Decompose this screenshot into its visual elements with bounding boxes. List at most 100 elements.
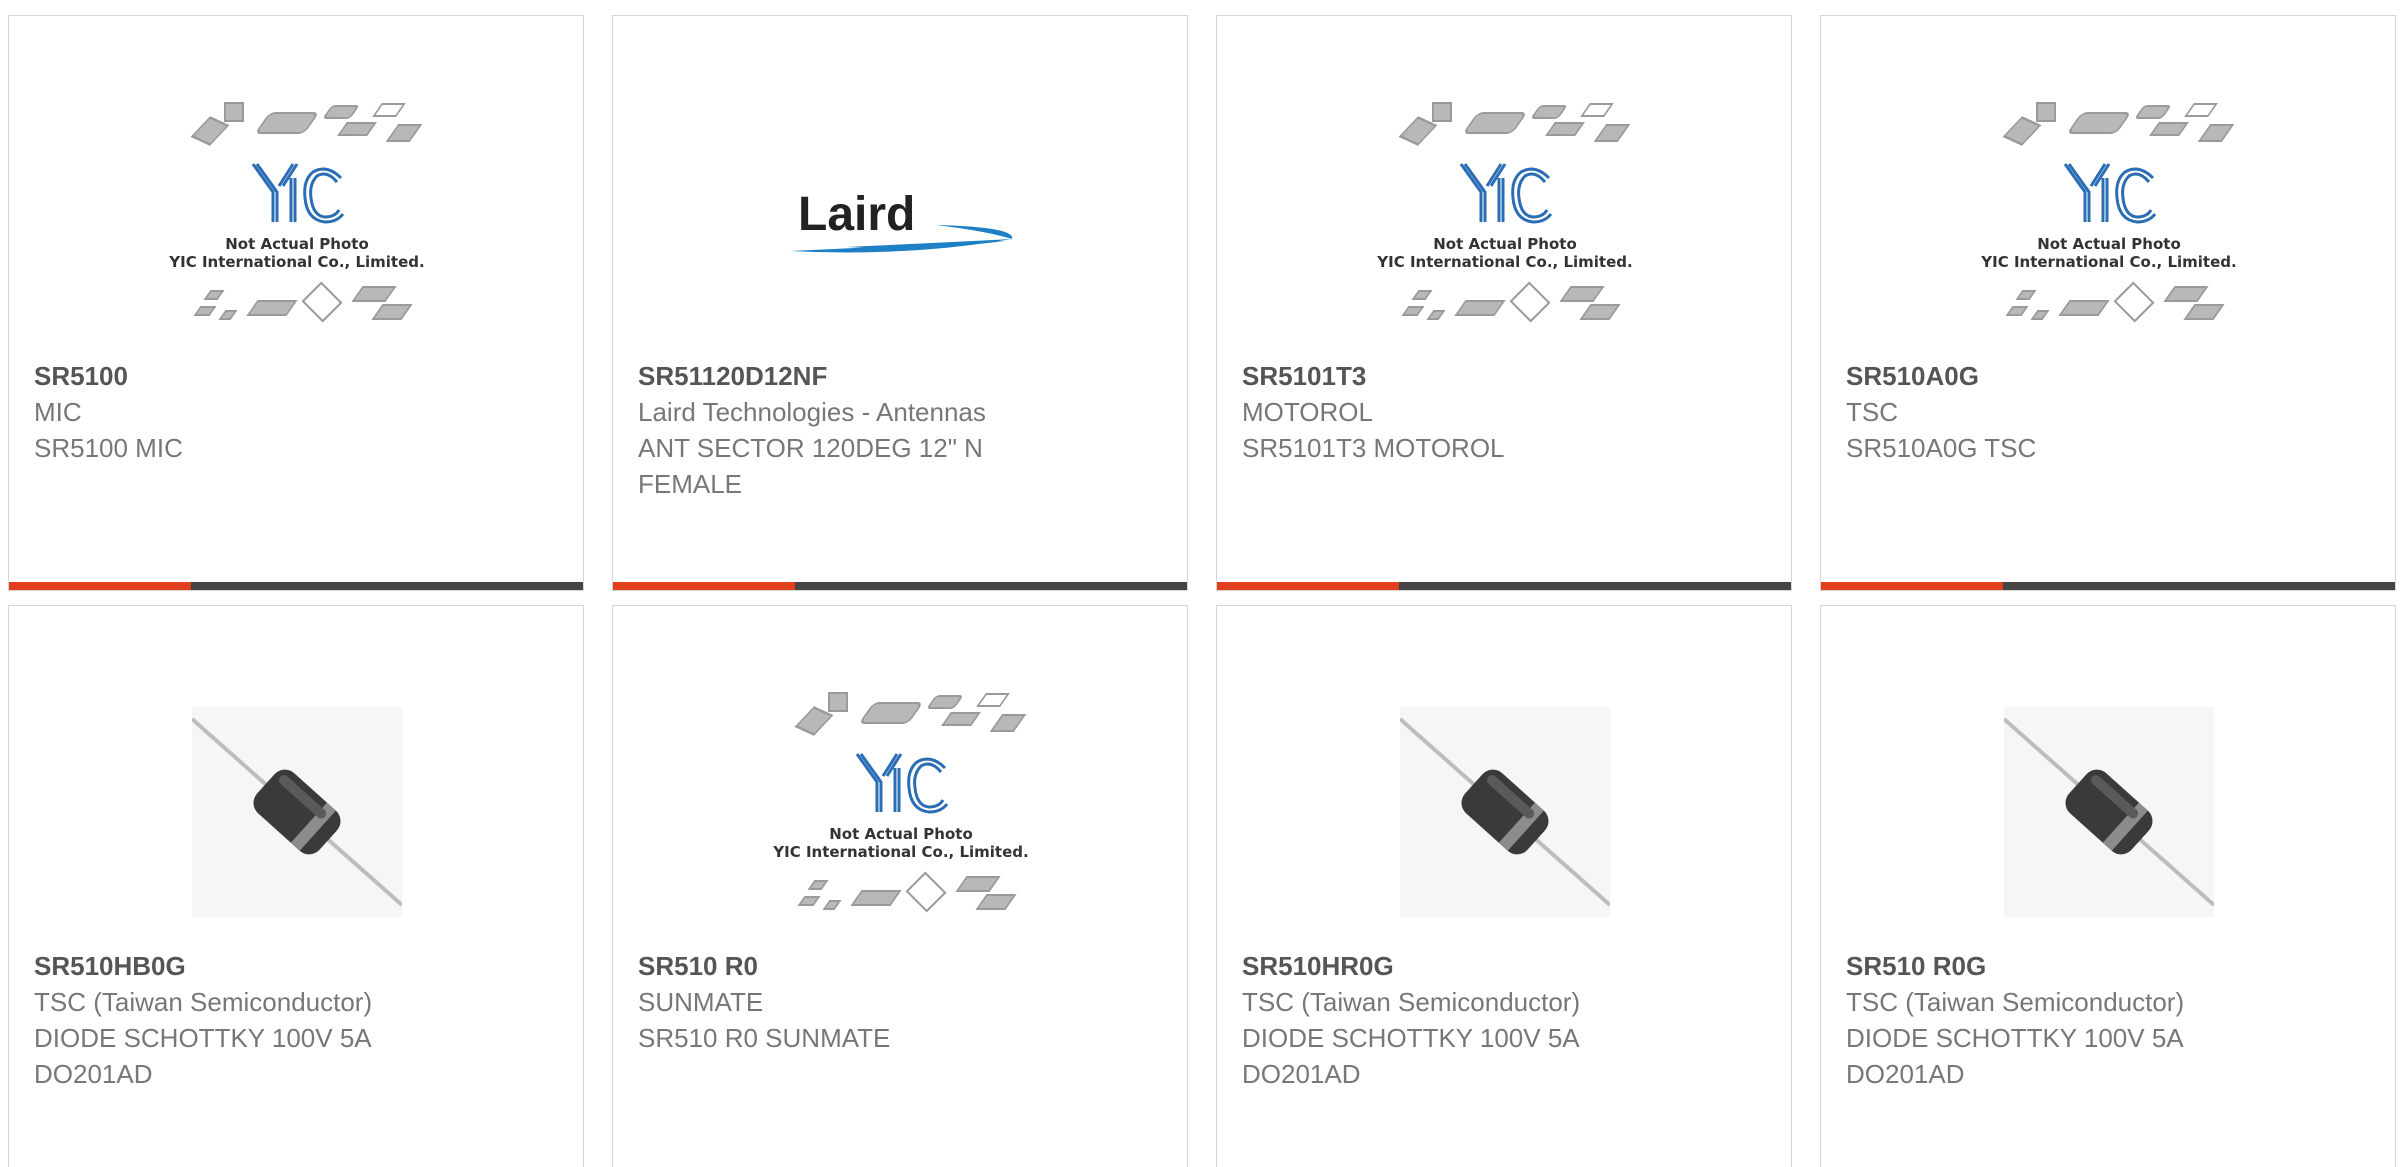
diode-icon [190,717,404,907]
chip-icon [2015,289,2037,300]
product-part-number[interactable]: SR51120D12NF [638,358,1158,394]
product-card[interactable]: SR510HR0G TSC (Taiwan Semiconductor) DIODE… [1216,605,1792,1167]
placeholder-image: Not Actual Photo YIC International Co., … [1375,100,1635,345]
chip-icon [1411,289,1433,300]
chip-icon [193,305,217,316]
chip-icon [1593,123,1631,142]
product-detail-line: TSC (Taiwan Semiconductor) [1242,987,1581,1017]
placeholder-caption: Not Actual Photo [1433,234,1577,253]
product-thumbnail[interactable]: Not Actual Photo YIC International Co., … [1217,82,1793,362]
chip-icon [807,879,829,890]
yic-logo-icon [1459,162,1553,224]
chip-icon [976,692,1010,707]
product-card[interactable]: Not Actual Photo YIC International Co., … [1820,15,2396,591]
card-accent-bar [1821,582,2003,590]
product-detail-line: TSC (Taiwan Semiconductor) [34,987,373,1017]
product-card[interactable]: SR510 R0G TSC (Taiwan Semiconductor) DIODE… [1820,605,2396,1167]
placeholder-image: Not Actual Photo YIC International Co., … [1979,100,2239,345]
chip-icon [1530,104,1568,119]
yic-logo-icon [855,752,949,814]
chip-icon [203,289,225,300]
diode-photo [2002,707,2216,917]
chip-icon [254,111,320,134]
diode-icon [1398,717,1612,907]
chip-icon [2066,111,2132,134]
diode-photo [190,707,404,917]
product-detail-line: SR510A0G TSC [1846,433,2037,463]
placeholder-image: Not Actual Photo YIC International Co., … [771,690,1031,935]
product-card[interactable]: Laird SR51120D12NF Laird Technologies - A… [612,15,1188,591]
product-card[interactable]: Not Actual Photo YIC International Co., … [8,15,584,591]
product-thumbnail[interactable] [9,672,585,952]
chip-icon [224,101,244,122]
chip-icon [2005,305,2029,316]
product-thumbnail[interactable]: Not Actual Photo YIC International Co., … [1821,82,2397,362]
yic-logo-icon [2063,162,2157,224]
swoosh-icon [790,225,1013,253]
chip-icon [1426,309,1446,320]
chip-icon [2036,101,2056,122]
product-card[interactable]: Not Actual Photo YIC International Co., … [612,605,1188,1167]
product-thumbnail[interactable] [1217,672,1793,952]
chip-icon [2058,299,2110,316]
product-part-number[interactable]: SR510HR0G [1242,948,1762,984]
card-bottom-bar [613,582,1187,590]
product-part-number[interactable]: SR510A0G [1846,358,2366,394]
product-thumbnail[interactable]: Not Actual Photo YIC International Co., … [613,672,1189,952]
chip-icon [1509,280,1551,323]
chip-icon [1454,299,1506,316]
chip-icon [1580,102,1614,117]
chip-icon [2030,309,2050,320]
chip-icon [246,299,298,316]
product-part-number[interactable]: SR510 R0G [1846,948,2366,984]
product-detail-line: DIODE SCHOTTKY 100V 5A [34,1023,372,1053]
chip-icon [301,280,343,323]
placeholder-company: YIC International Co., Limited. [1377,252,1633,271]
chip-icon [955,875,1001,892]
chip-icon [905,870,947,913]
chip-icon [351,285,397,302]
product-detail-line: DIODE SCHOTTKY 100V 5A [1242,1023,1580,1053]
placeholder-caption: Not Actual Photo [829,824,973,843]
chip-icon [1462,111,1528,134]
chip-icon [1401,305,1425,316]
placeholder-caption: Not Actual Photo [225,234,369,253]
product-detail-line: SR5101T3 MOTOROL [1242,433,1505,463]
placeholder-company: YIC International Co., Limited. [773,842,1029,861]
product-detail-line: MOTOROL [1242,397,1373,427]
diode-icon [2002,717,2216,907]
chip-icon [2149,121,2189,136]
placeholder-company: YIC International Co., Limited. [1981,252,2237,271]
product-part-number[interactable]: SR510HB0G [34,948,554,984]
product-thumbnail[interactable]: Laird [613,82,1189,362]
product-part-number[interactable]: SR5101T3 [1242,358,1762,394]
product-detail-line: DO201AD [34,1059,153,1089]
card-accent-bar [613,582,795,590]
product-info: SR510HR0G TSC (Taiwan Semiconductor) DIODE… [1242,948,1762,1092]
card-bottom-bar [1217,582,1791,590]
product-thumbnail[interactable] [1821,672,2397,952]
chip-icon [941,711,981,726]
product-info: SR510 R0 SUNMATE SR510 R0 SUNMATE [638,948,1158,1056]
product-info: SR510A0G TSC SR510A0G TSC [1846,358,2366,466]
product-grid: Not Actual Photo YIC International Co., … [0,0,2400,1167]
placeholder-caption: Not Actual Photo [2037,234,2181,253]
product-card[interactable]: Not Actual Photo YIC International Co., … [1216,15,1792,591]
product-detail-line: SR510 R0 SUNMATE [638,1023,891,1053]
placeholder-image: Not Actual Photo YIC International Co., … [167,100,427,345]
chip-icon [322,104,360,119]
placeholder-company: YIC International Co., Limited. [169,252,425,271]
product-thumbnail[interactable]: Not Actual Photo YIC International Co., … [9,82,585,362]
product-detail-line: TSC [1846,397,1898,427]
product-detail-line: Laird Technologies - Antennas [638,397,986,427]
chip-icon [975,893,1017,910]
product-detail-line: TSC (Taiwan Semiconductor) [1846,987,2185,1017]
yic-logo-icon [251,162,345,224]
chip-icon [822,899,842,910]
product-part-number[interactable]: SR5100 [34,358,554,394]
product-card[interactable]: SR510HB0G TSC (Taiwan Semiconductor) DIODE… [8,605,584,1167]
product-part-number[interactable]: SR510 R0 [638,948,1158,984]
chip-icon [1545,121,1585,136]
chip-icon [989,713,1027,732]
chip-icon [2183,303,2225,320]
